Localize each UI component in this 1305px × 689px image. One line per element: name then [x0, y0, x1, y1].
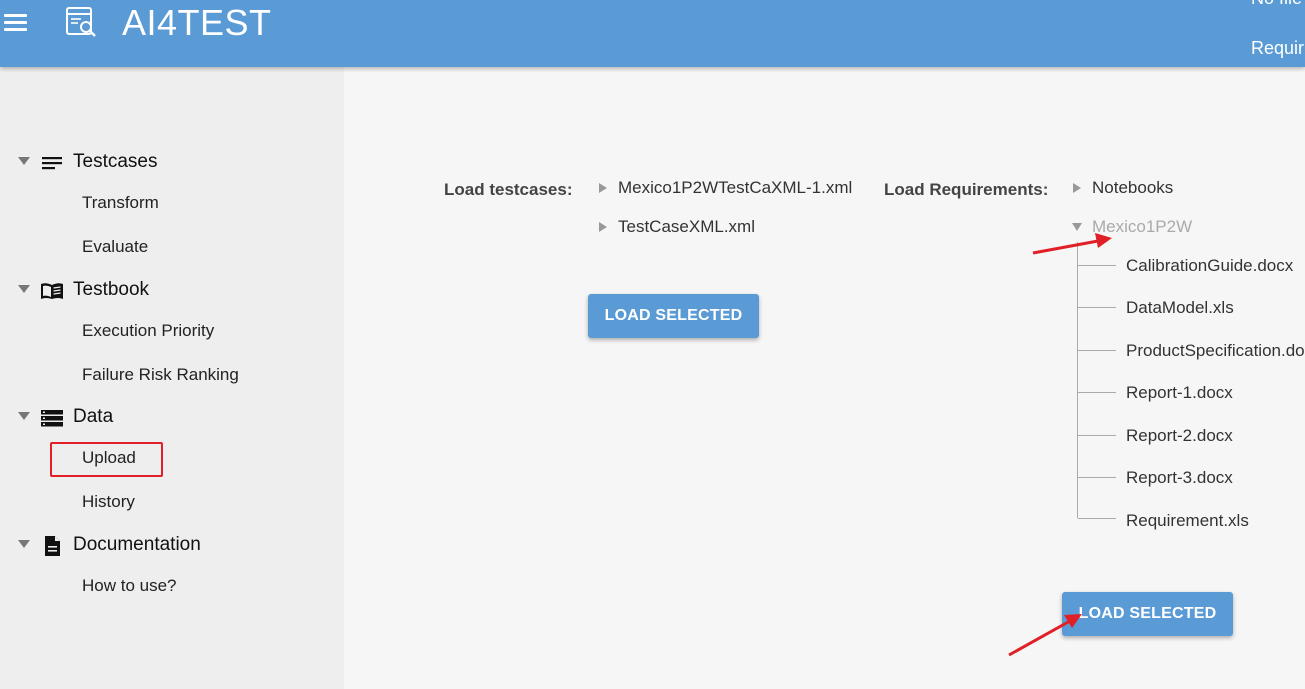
testcase-file-name: Mexico1P2WTestCaXML-1.xml [618, 178, 853, 197]
expand-caret-icon [18, 157, 30, 165]
sidebar-group-label: Documentation [73, 534, 201, 555]
requirement-file-item[interactable]: Requirement.xls [1126, 511, 1249, 531]
tree-connector-line [1078, 307, 1116, 308]
app-header: AI4TEST No file Requir [0, 0, 1305, 67]
sidebar-item-failure-risk-ranking[interactable]: Failure Risk Ranking [82, 365, 239, 385]
tree-connector-line [1078, 392, 1116, 393]
load-selected-testcases-button[interactable]: LOAD SELECTED [588, 294, 759, 338]
testcase-file-name: TestCaseXML.xml [618, 217, 755, 236]
hamburger-menu-icon[interactable] [4, 12, 28, 32]
sidebar-group-label: Testbook [73, 279, 150, 300]
expand-arrow-icon [599, 183, 607, 193]
storage-icon [41, 410, 63, 427]
load-testcases-label: Load testcases: [444, 180, 573, 199]
document-icon [45, 536, 60, 556]
sidebar-item-transform[interactable]: Transform [82, 193, 159, 213]
requirements-status-text: Requir [1251, 38, 1305, 58]
requirement-file-item[interactable]: ProductSpecification.docx [1126, 341, 1305, 361]
expand-caret-icon [18, 285, 30, 293]
tree-connector-line [1078, 350, 1116, 351]
requirement-file-item[interactable]: CalibrationGuide.docx [1126, 256, 1293, 276]
annotation-highlight-box [50, 442, 163, 477]
sidebar-item-evaluate[interactable]: Evaluate [82, 237, 148, 257]
requirement-file-item[interactable]: Report-3.docx [1126, 468, 1233, 488]
expand-caret-icon [18, 540, 30, 548]
sidebar-item-how-to-use[interactable]: How to use? [82, 576, 177, 596]
sidebar-group-data[interactable]: Data [0, 403, 344, 431]
app-title: AI4TEST [122, 2, 272, 43]
tree-connector-line [1078, 477, 1116, 478]
sidebar-group-documentation[interactable]: Documentation [0, 531, 344, 559]
list-lines-icon [42, 157, 62, 170]
sidebar-group-testbook[interactable]: Testbook [0, 276, 344, 304]
collapse-arrow-icon [1072, 223, 1082, 231]
folder-name: Notebooks [1092, 178, 1174, 197]
sidebar-group-label: Testcases [73, 151, 158, 172]
sidebar-group-label: Data [73, 406, 114, 427]
sidebar-item-execution-priority[interactable]: Execution Priority [82, 321, 214, 341]
file-status-text: No file [1251, 0, 1302, 9]
tree-connector-line [1078, 435, 1116, 436]
requirement-file-item[interactable]: Report-1.docx [1126, 383, 1233, 403]
sidebar-group-testcases[interactable]: Testcases [0, 148, 344, 176]
expand-arrow-icon [1073, 183, 1081, 193]
requirement-file-item[interactable]: Report-2.docx [1126, 426, 1233, 446]
requirement-file-item[interactable]: DataModel.xls [1126, 298, 1234, 318]
load-selected-requirements-button[interactable]: LOAD SELECTED [1062, 592, 1233, 636]
folder-name: Mexico1P2W [1092, 217, 1193, 236]
document-search-icon [66, 7, 96, 37]
load-requirements-label: Load Requirements: [884, 180, 1049, 199]
tree-connector-line [1078, 265, 1116, 266]
expand-caret-icon [18, 412, 30, 420]
sidebar-item-history[interactable]: History [82, 492, 135, 512]
tree-connector-line [1078, 518, 1116, 519]
open-book-icon [41, 283, 63, 299]
expand-arrow-icon [599, 222, 607, 232]
